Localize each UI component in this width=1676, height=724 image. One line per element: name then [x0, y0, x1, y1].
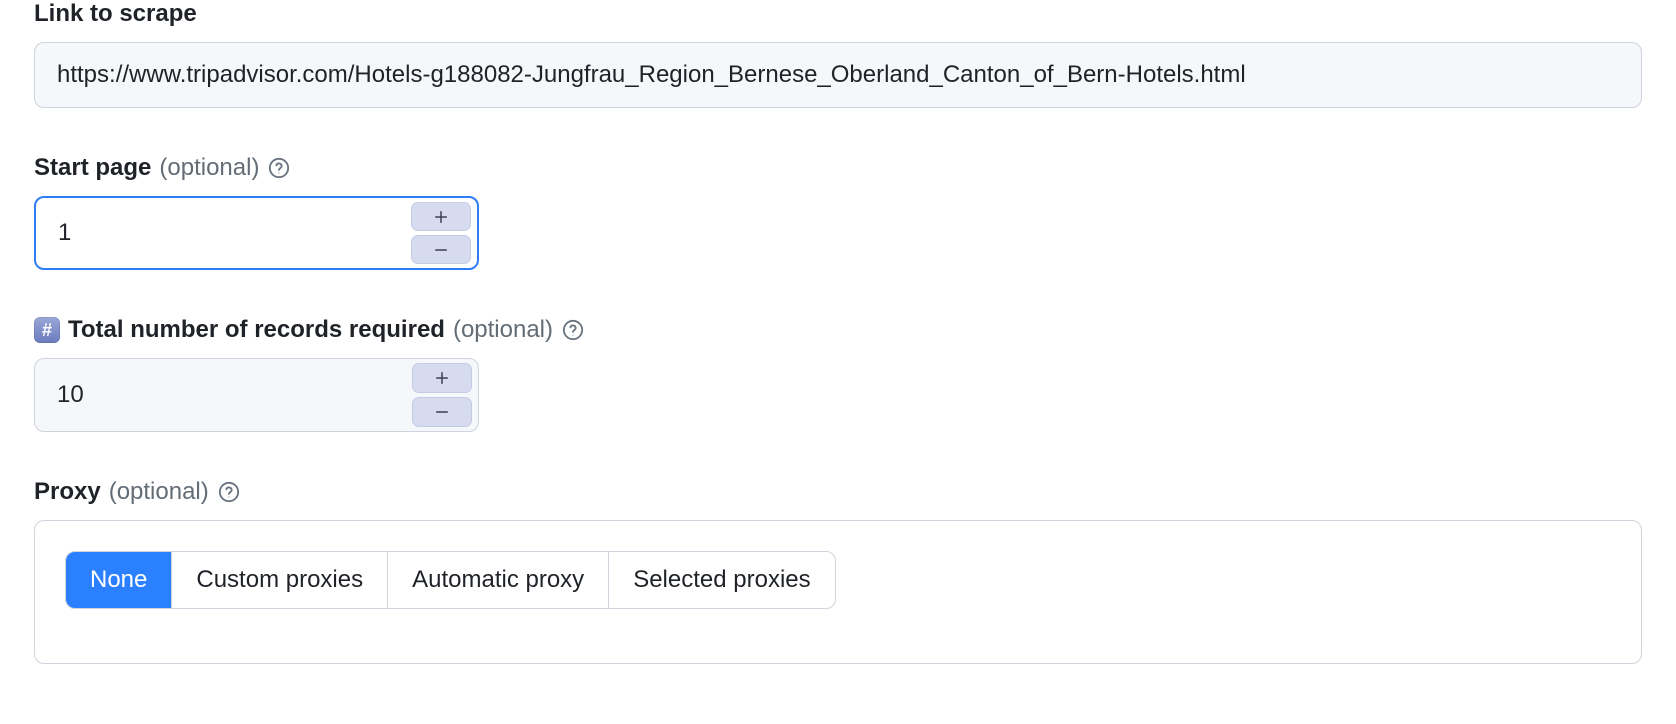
link-to-scrape-label: Link to scrape [34, 0, 197, 28]
total-records-field: # Total number of records required (opti… [34, 316, 1642, 432]
proxy-panel: None Custom proxies Automatic proxy Sele… [34, 520, 1642, 664]
help-icon[interactable] [217, 480, 241, 504]
start-page-increment-button[interactable] [411, 202, 471, 231]
total-records-stepper [34, 358, 479, 432]
link-to-scrape-input[interactable] [34, 42, 1642, 108]
start-page-decrement-button[interactable] [411, 235, 471, 264]
proxy-field: Proxy (optional) None Custom proxies Aut… [34, 478, 1642, 664]
hash-icon: # [34, 317, 60, 343]
start-page-label-row: Start page (optional) [34, 154, 1642, 182]
total-records-input[interactable] [35, 359, 412, 431]
total-records-label: Total number of records required [68, 316, 445, 344]
proxy-option-automatic[interactable]: Automatic proxy [387, 552, 608, 608]
total-records-label-row: # Total number of records required (opti… [34, 316, 1642, 344]
total-records-optional: (optional) [453, 316, 553, 344]
start-page-optional: (optional) [159, 154, 259, 182]
start-page-label: Start page [34, 154, 151, 182]
help-icon[interactable] [561, 318, 585, 342]
proxy-segmented-control: None Custom proxies Automatic proxy Sele… [65, 551, 836, 609]
total-records-increment-button[interactable] [412, 363, 472, 393]
proxy-option-selected[interactable]: Selected proxies [608, 552, 834, 608]
link-to-scrape-label-row: Link to scrape [34, 0, 1642, 28]
link-to-scrape-field: Link to scrape [34, 0, 1642, 108]
start-page-stepper [34, 196, 479, 270]
total-records-stepper-buttons [412, 359, 478, 431]
help-icon[interactable] [267, 156, 291, 180]
proxy-optional: (optional) [109, 478, 209, 506]
proxy-option-none[interactable]: None [66, 552, 171, 608]
total-records-decrement-button[interactable] [412, 397, 472, 427]
start-page-input[interactable] [36, 198, 411, 268]
start-page-field: Start page (optional) [34, 154, 1642, 270]
proxy-option-custom[interactable]: Custom proxies [171, 552, 387, 608]
proxy-label: Proxy [34, 478, 101, 506]
proxy-label-row: Proxy (optional) [34, 478, 1642, 506]
start-page-stepper-buttons [411, 198, 477, 268]
